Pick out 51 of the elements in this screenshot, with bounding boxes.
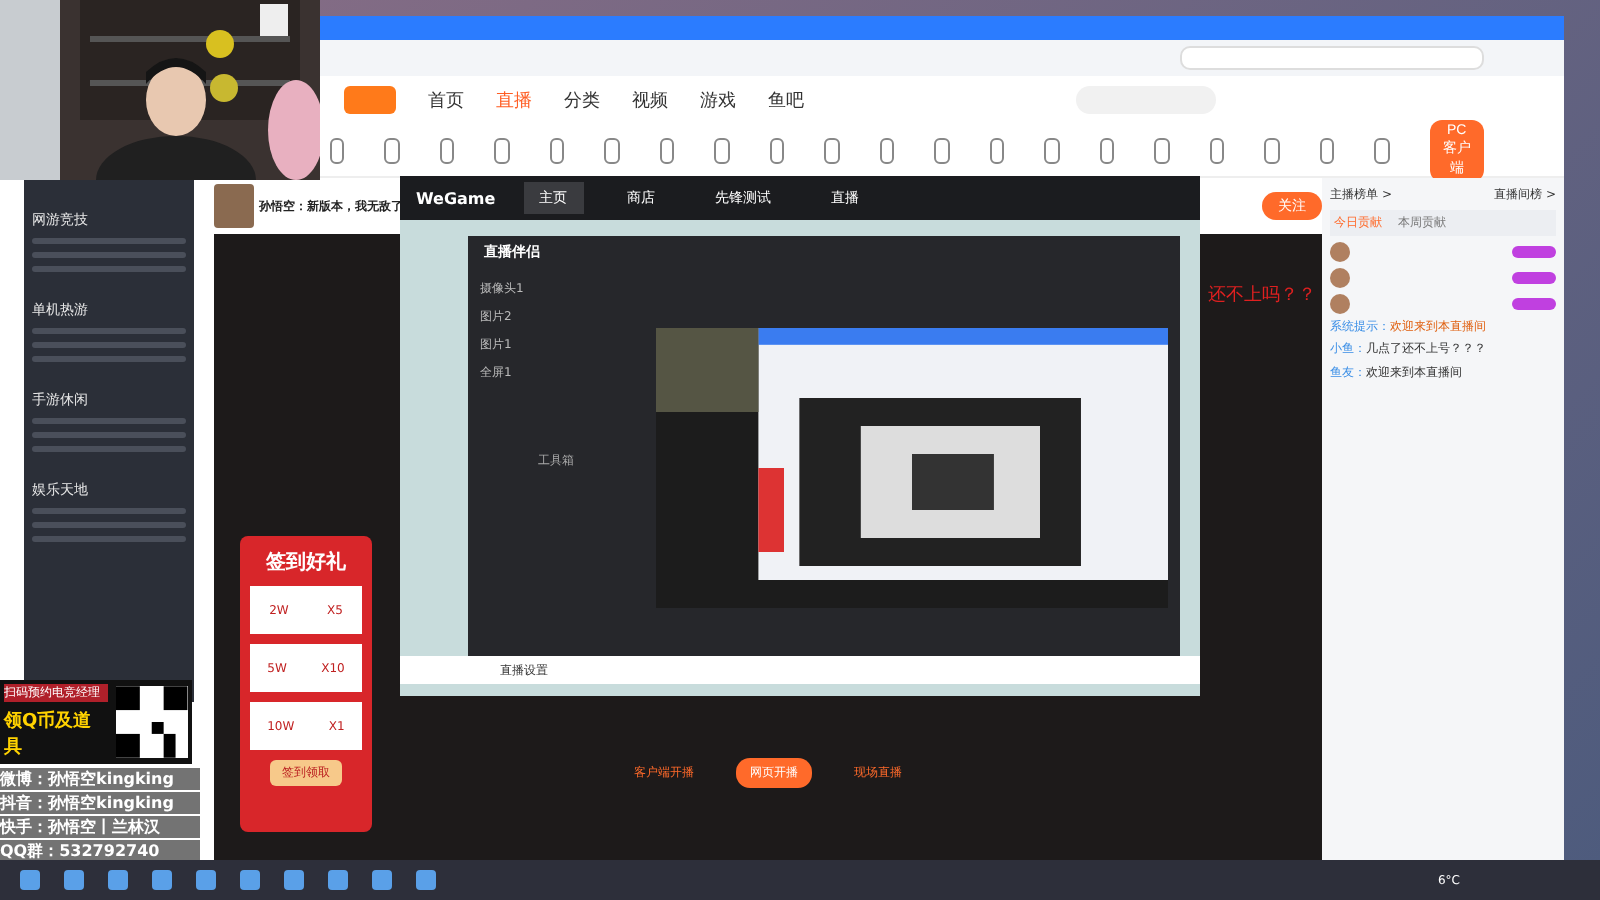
nav-link[interactable]: 分类	[564, 87, 600, 113]
avatar-icon	[1330, 242, 1351, 262]
category-icon[interactable]	[879, 137, 895, 163]
taskbar-icon[interactable]	[372, 870, 392, 890]
category-icon[interactable]	[549, 137, 565, 163]
category-icon[interactable]	[604, 137, 620, 163]
streamer-avatar	[213, 184, 254, 228]
category-icon[interactable]	[1374, 137, 1390, 163]
social-handle: 抖音：孙悟空kingking	[0, 792, 200, 814]
taskbar-icon[interactable]	[196, 870, 216, 890]
badge-icon	[1512, 246, 1556, 258]
video-caption: 还不上吗？？	[1208, 283, 1317, 308]
site-logo[interactable]	[344, 86, 396, 114]
panel-title: 签到好礼	[266, 549, 346, 576]
badge-icon	[1512, 272, 1556, 284]
category-icon[interactable]	[1319, 137, 1335, 163]
category-icon[interactable]	[384, 137, 400, 163]
nav-link[interactable]: 首页	[428, 87, 464, 113]
category-icon[interactable]	[1264, 137, 1280, 163]
social-handle: 微博：孙悟空kingking	[0, 768, 200, 790]
nav-link[interactable]: 游戏	[700, 87, 736, 113]
nav-link[interactable]: 视频	[632, 87, 668, 113]
category-icon[interactable]	[1044, 137, 1060, 163]
category-icon[interactable]	[659, 137, 675, 163]
category-icon[interactable]	[494, 137, 510, 163]
taskbar-icon[interactable]	[152, 870, 172, 890]
taskbar-icon[interactable]	[240, 870, 260, 890]
address-field[interactable]	[1180, 46, 1484, 70]
badge-icon	[1512, 298, 1556, 310]
category-icon[interactable]	[714, 137, 730, 163]
category-icon[interactable]	[824, 137, 840, 163]
taskbar-icon[interactable]	[416, 870, 436, 890]
app-logo: WeGame	[416, 189, 496, 207]
category-icon[interactable]	[330, 137, 345, 163]
taskbar-icon[interactable]	[64, 870, 84, 890]
category-icon[interactable]	[1154, 137, 1170, 163]
category-icon[interactable]	[1209, 137, 1225, 163]
promo-headline: 领Q币及道具	[4, 708, 94, 760]
category-icon[interactable]	[934, 137, 950, 163]
nav-link[interactable]: 鱼吧	[768, 87, 804, 113]
avatar-icon	[1330, 294, 1351, 314]
taskbar-icon[interactable]	[284, 870, 304, 890]
category-icon[interactable]	[989, 137, 1005, 163]
qr-code-icon	[116, 686, 188, 758]
taskbar-icon[interactable]	[108, 870, 128, 890]
category-icon[interactable]	[769, 137, 785, 163]
category-icon[interactable]	[1099, 137, 1115, 163]
category-icon[interactable]	[439, 137, 455, 163]
taskbar-icon[interactable]	[20, 870, 40, 890]
taskbar-icon[interactable]	[328, 870, 348, 890]
avatar-icon	[1330, 268, 1351, 288]
